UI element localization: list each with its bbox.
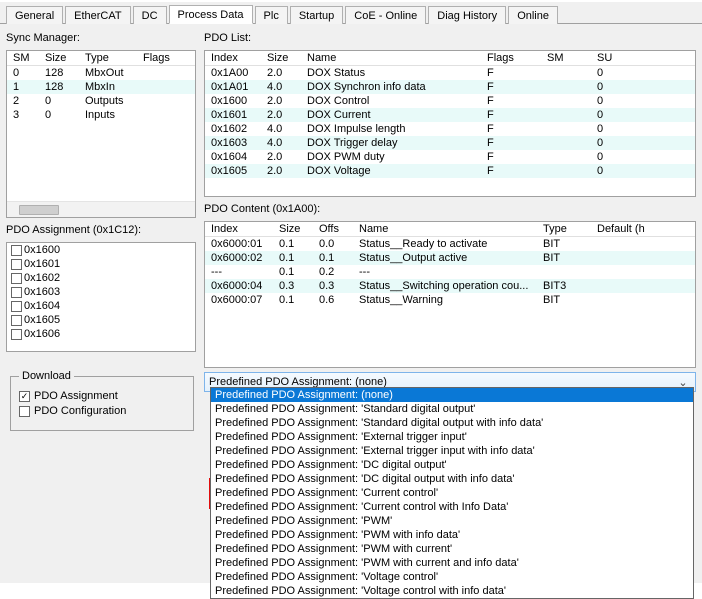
sync-manager-panel[interactable]: SMSizeTypeFlags 0128MbxOut1128MbxIn20Out… (6, 50, 196, 218)
column-header[interactable]: Type (79, 51, 137, 66)
checkbox-label: PDO Assignment (34, 390, 118, 402)
dropdown-item[interactable]: Predefined PDO Assignment: 'Standard dig… (211, 416, 693, 430)
column-header[interactable]: Index (205, 222, 273, 237)
tab-process-data[interactable]: Process Data (169, 5, 253, 24)
list-item-label: 0x1600 (24, 244, 60, 256)
dropdown-item[interactable]: Predefined PDO Assignment: 'PWM with cur… (211, 542, 693, 556)
table-row[interactable]: 0128MbxOut (7, 66, 195, 81)
list-item-label: 0x1605 (24, 314, 60, 326)
table-row[interactable]: 1128MbxIn (7, 80, 195, 94)
checkbox-row[interactable]: PDO Assignment (19, 390, 185, 402)
list-item[interactable]: 0x1606 (7, 327, 195, 341)
tab-ethercat[interactable]: EtherCAT (65, 6, 130, 24)
pdo-content-label: PDO Content (0x1A00): (204, 203, 696, 215)
download-group: Download PDO AssignmentPDO Configuration (10, 376, 194, 431)
checkbox[interactable] (19, 391, 30, 402)
table-row[interactable]: 0x6000:070.10.6Status__WarningBIT (205, 293, 695, 307)
checkbox[interactable] (11, 245, 22, 256)
dropdown-item[interactable]: Predefined PDO Assignment: 'Voltage cont… (211, 584, 693, 598)
column-header[interactable]: Flags (137, 51, 195, 66)
table-row[interactable]: 0x16024.0DOX Impulse lengthF0 (205, 122, 695, 136)
list-item[interactable]: 0x1601 (7, 257, 195, 271)
checkbox[interactable] (11, 259, 22, 270)
list-item[interactable]: 0x1605 (7, 313, 195, 327)
pdo-assignment-label: PDO Assignment (0x1C12): (6, 224, 196, 236)
list-item[interactable]: 0x1600 (7, 243, 195, 257)
checkbox-label: PDO Configuration (34, 405, 126, 417)
dropdown-item[interactable]: Predefined PDO Assignment: 'Current cont… (211, 486, 693, 500)
table-row[interactable]: 0x6000:020.10.1Status__Output activeBIT (205, 251, 695, 265)
table-row[interactable]: 0x16012.0DOX CurrentF0 (205, 108, 695, 122)
dropdown-item[interactable]: Predefined PDO Assignment: 'PWM with inf… (211, 528, 693, 542)
tab-coe-online[interactable]: CoE - Online (345, 6, 426, 24)
pdo-assignment-panel[interactable]: 0x1600 0x1601 0x1602 0x1603 0x1604 0x1605 0x16… (6, 242, 196, 352)
download-label: Download (19, 370, 74, 382)
pdo-list-panel[interactable]: IndexSizeNameFlagsSMSU 0x1A002.0DOX Stat… (204, 50, 696, 197)
list-item[interactable]: 0x1602 (7, 271, 195, 285)
tab-startup[interactable]: Startup (290, 6, 343, 24)
list-item-label: 0x1602 (24, 272, 60, 284)
column-header[interactable]: Type (537, 222, 591, 237)
list-item-label: 0x1603 (24, 286, 60, 298)
list-item-label: 0x1606 (24, 328, 60, 340)
dropdown-item[interactable]: Predefined PDO Assignment: 'External tri… (211, 430, 693, 444)
table-row[interactable]: 0x16042.0DOX PWM dutyF0 (205, 150, 695, 164)
table-row[interactable]: 30Inputs (7, 108, 195, 122)
list-item-label: 0x1604 (24, 300, 60, 312)
dropdown-item[interactable]: Predefined PDO Assignment: 'PWM' (211, 514, 693, 528)
tab-diag-history[interactable]: Diag History (428, 6, 506, 24)
tab-online[interactable]: Online (508, 6, 558, 24)
table-row[interactable]: 0x1A002.0DOX StatusF0 (205, 66, 695, 81)
column-header[interactable]: Name (353, 222, 537, 237)
table-row[interactable]: 0x16052.0DOX VoltageF0 (205, 164, 695, 178)
pdo-list-label: PDO List: (204, 32, 696, 44)
table-row[interactable]: 0x16034.0DOX Trigger delayF0 (205, 136, 695, 150)
column-header[interactable]: SM (541, 51, 591, 66)
tab-plc[interactable]: Plc (255, 6, 288, 24)
column-header[interactable]: SM (7, 51, 39, 66)
dropdown-item[interactable]: Predefined PDO Assignment: 'Current cont… (211, 500, 693, 514)
dropdown-item[interactable]: Predefined PDO Assignment: 'PWM with cur… (211, 556, 693, 570)
checkbox[interactable] (19, 406, 30, 417)
column-header[interactable]: Size (39, 51, 79, 66)
column-header[interactable]: Size (273, 222, 313, 237)
column-header[interactable]: Offs (313, 222, 353, 237)
dropdown-item[interactable]: Predefined PDO Assignment: 'DC digital o… (211, 458, 693, 472)
dropdown-item[interactable]: Predefined PDO Assignment: 'Voltage cont… (211, 570, 693, 584)
column-header[interactable]: Name (301, 51, 481, 66)
column-header[interactable]: Size (261, 51, 301, 66)
checkbox-row[interactable]: PDO Configuration (19, 405, 185, 417)
checkbox[interactable] (11, 287, 22, 298)
table-row[interactable]: 0x6000:040.30.3Status__Switching operati… (205, 279, 695, 293)
checkbox[interactable] (11, 273, 22, 284)
table-row[interactable]: 0x16002.0DOX ControlF0 (205, 94, 695, 108)
checkbox[interactable] (11, 329, 22, 340)
sync-manager-label: Sync Manager: (6, 32, 196, 44)
table-row[interactable]: 0x1A014.0DOX Synchron info dataF0 (205, 80, 695, 94)
dropdown-item[interactable]: Predefined PDO Assignment: (none) (211, 388, 693, 402)
pdo-content-panel[interactable]: IndexSizeOffsNameTypeDefault (h 0x6000:0… (204, 221, 696, 368)
column-header[interactable]: Flags (481, 51, 541, 66)
list-item-label: 0x1601 (24, 258, 60, 270)
predefined-pdo-dropdown[interactable]: Predefined PDO Assignment: (none)Predefi… (210, 387, 694, 599)
h-scrollbar[interactable] (7, 201, 195, 217)
checkbox[interactable] (11, 301, 22, 312)
tab-general[interactable]: General (6, 6, 63, 24)
checkbox[interactable] (11, 315, 22, 326)
list-item[interactable]: 0x1604 (7, 299, 195, 313)
tab-bar: GeneralEtherCATDCProcess DataPlcStartupC… (0, 2, 702, 24)
table-row[interactable]: ---0.10.2--- (205, 265, 695, 279)
table-row[interactable]: 20Outputs (7, 94, 195, 108)
dropdown-item[interactable]: Predefined PDO Assignment: 'External tri… (211, 444, 693, 458)
column-header[interactable]: Index (205, 51, 261, 66)
dropdown-item[interactable]: Predefined PDO Assignment: 'DC digital o… (211, 472, 693, 486)
tab-dc[interactable]: DC (133, 6, 167, 24)
column-header[interactable]: SU (591, 51, 695, 66)
column-header[interactable]: Default (h (591, 222, 695, 237)
list-item[interactable]: 0x1603 (7, 285, 195, 299)
table-row[interactable]: 0x6000:010.10.0Status__Ready to activate… (205, 237, 695, 252)
dropdown-item[interactable]: Predefined PDO Assignment: 'Standard dig… (211, 402, 693, 416)
